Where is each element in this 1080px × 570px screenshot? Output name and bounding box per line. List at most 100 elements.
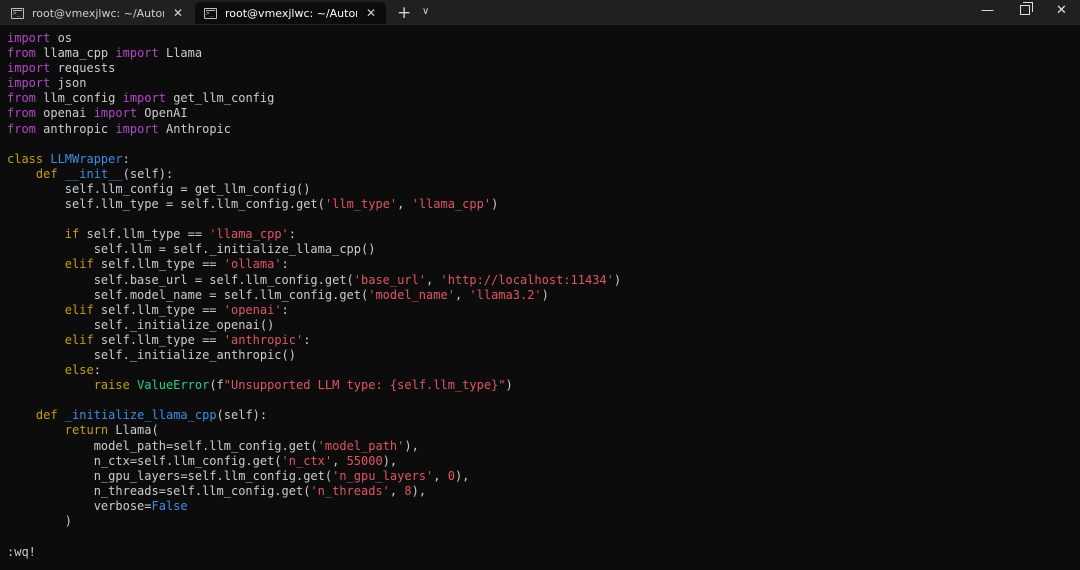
code-token: llm_config [35, 91, 123, 106]
code-token: self.model_name = self.llm_config.get( [7, 287, 369, 302]
code-line: def __init__(self): [7, 167, 1077, 182]
code-token: 'base_url' [353, 272, 427, 287]
code-token: os [50, 31, 73, 45]
new-tab-button[interactable]: + [397, 3, 411, 23]
close-tab-icon[interactable]: ✕ [366, 6, 376, 20]
code-token: else [64, 363, 94, 378]
code-token: self._initialize_openai() [7, 317, 275, 332]
close-tab-icon[interactable]: ✕ [173, 6, 183, 20]
code-token: __init__ [64, 166, 123, 181]
code-line: self._initialize_anthropic() [7, 348, 1077, 363]
code-token: requests [50, 61, 116, 76]
terminal-icon [204, 7, 217, 19]
code-token: self.llm_type == [79, 227, 210, 242]
close-window-button[interactable]: ✕ [1056, 3, 1067, 18]
code-token: 'model_path' [317, 438, 405, 453]
code-line: elif self.llm_type == 'openai': [7, 303, 1077, 318]
code-line: raise ValueError(f"Unsupported LLM type:… [7, 378, 1077, 393]
code-token: 'llm_type' [324, 197, 398, 212]
tab-terminal-2[interactable]: root@vmexjlwc: ~/Automated ✕ [195, 2, 386, 24]
code-line: model_path=self.llm_config.get('model_pa… [7, 439, 1077, 454]
code-token: json [50, 76, 87, 91]
code-token: return [64, 423, 109, 438]
code-token: elif [64, 302, 94, 317]
code-token: raise [93, 378, 130, 393]
code-token: 0 [447, 468, 455, 483]
code-line: n_threads=self.llm_config.get('n_threads… [7, 484, 1077, 499]
code-line: elif self.llm_type == 'anthropic': [7, 333, 1077, 348]
code-token: (f [209, 378, 224, 393]
code-line: import os [7, 31, 1077, 46]
code-token: from [7, 121, 36, 136]
code-token: self._initialize_anthropic() [7, 347, 296, 362]
code-token: class [7, 151, 44, 166]
code-token: self.llm = self._initialize_llama_cpp() [7, 242, 376, 257]
code-token: import [7, 61, 51, 76]
code-token: : [303, 332, 311, 347]
code-line: def _initialize_llama_cpp(self): [7, 408, 1077, 423]
tab-terminal-1[interactable]: root@vmexjlwc: ~/Automated ✕ [2, 2, 193, 24]
code-line: if self.llm_type == 'llama_cpp': [7, 227, 1077, 242]
code-token: ), [411, 483, 427, 498]
maximize-button[interactable] [1020, 2, 1033, 15]
code-token: ), [404, 438, 419, 453]
code-token: OpenAI [137, 106, 188, 121]
code-token: import [122, 91, 166, 106]
code-token: 55000 [346, 453, 383, 468]
code-token: 8 [404, 483, 412, 498]
tab-dropdown-button[interactable]: ∨ [422, 6, 429, 17]
code-token: "Unsupported LLM type: {self.llm_type}" [223, 378, 506, 393]
code-token: openai [35, 106, 94, 121]
code-token: 'llama_cpp' [209, 227, 289, 242]
minimize-button[interactable]: — [981, 3, 994, 18]
code-token: ) [7, 514, 73, 528]
code-line: import requests [7, 61, 1077, 76]
code-token: import [93, 106, 138, 121]
code-token: def [35, 166, 58, 181]
code-line: return Llama( [7, 423, 1077, 438]
code-token: elif [64, 332, 94, 347]
code-token: ) [541, 287, 549, 302]
code-token: ) [505, 378, 513, 393]
code-token: , [426, 272, 441, 287]
code-token: import [115, 121, 159, 136]
code-token: Anthropic [158, 121, 231, 136]
code-token: self.llm_type == [93, 302, 224, 317]
code-line: from openai import OpenAI [7, 106, 1077, 121]
code-token: : [93, 363, 101, 378]
code-token: , [433, 468, 448, 483]
code-token: import [7, 76, 51, 91]
code-token: (self): [122, 166, 174, 181]
code-token: Llama( [108, 423, 159, 438]
code-token: model_path=self.llm_config.get( [7, 438, 318, 453]
code-token: if [64, 227, 80, 242]
code-line: elif self.llm_type == 'ollama': [7, 257, 1077, 272]
code-token: ), [382, 453, 398, 468]
terminal-content[interactable]: import os from llama_cpp import Llama impo… [7, 31, 1077, 529]
code-token: self.llm_type == [93, 332, 224, 347]
code-token: : [281, 302, 289, 317]
code-token: (self): [216, 408, 268, 423]
code-line: self.llm = self._initialize_llama_cpp() [7, 242, 1077, 257]
code-line: self.model_name = self.llm_config.get('m… [7, 288, 1077, 303]
code-token: 'anthropic' [223, 332, 304, 347]
vim-command-line[interactable]: :wq! [7, 545, 36, 559]
code-token: 'n_threads' [310, 483, 390, 498]
code-token: 'openai' [223, 302, 282, 317]
code-line: verbose=False [7, 499, 1077, 514]
code-token: self.llm_config = get_llm_config() [7, 181, 311, 196]
code-token: , [454, 287, 470, 302]
